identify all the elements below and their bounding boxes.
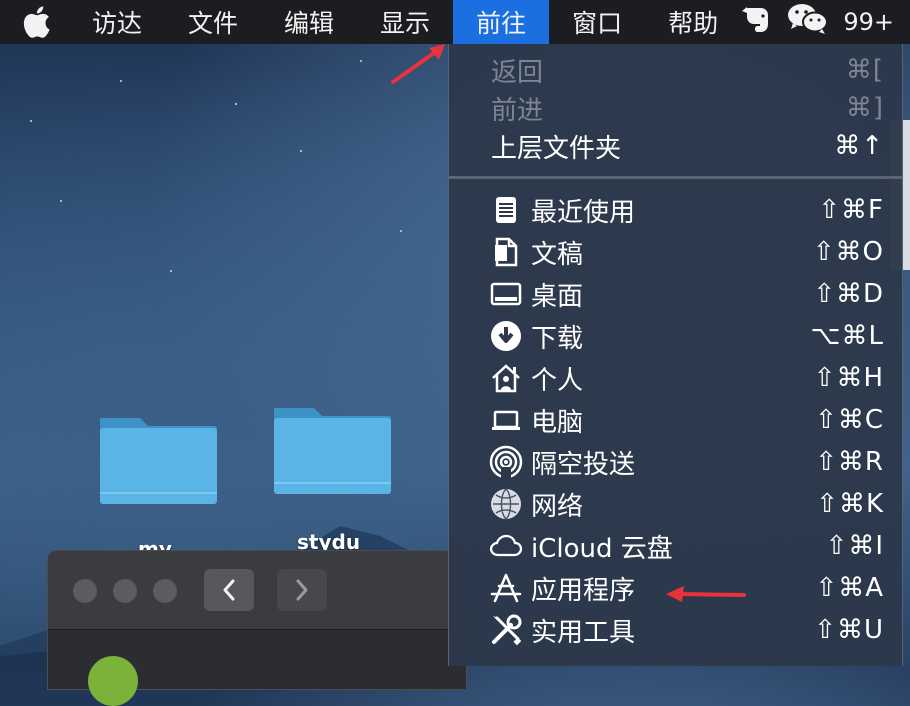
menu-item-computer[interactable]: 电脑 ⇧⌘C bbox=[449, 400, 902, 440]
menu-item-label: 个人 bbox=[531, 365, 584, 396]
chevron-right-icon bbox=[296, 579, 308, 601]
menu-go-label: 前往 bbox=[476, 9, 527, 38]
apple-icon[interactable] bbox=[22, 5, 52, 39]
menu-item-label: 隔空投送 bbox=[531, 449, 636, 480]
menu-item-network[interactable]: 网络 ⇧⌘K bbox=[449, 484, 902, 524]
menu-item-label: 网络 bbox=[531, 491, 584, 522]
computer-icon bbox=[489, 403, 523, 437]
finder-window bbox=[47, 550, 467, 706]
menu-item-shortcut: ⇧⌘O bbox=[812, 237, 884, 267]
menu-item-label: 下载 bbox=[531, 323, 584, 354]
airdrop-icon bbox=[489, 445, 523, 479]
menu-finder-label: 访达 bbox=[92, 9, 143, 38]
folder-icon[interactable] bbox=[98, 410, 218, 510]
forward-button[interactable] bbox=[277, 569, 327, 611]
menu-window[interactable]: 窗口 bbox=[549, 0, 645, 44]
menu-item-documents[interactable]: 文稿 ⇧⌘O bbox=[449, 232, 902, 272]
menu-item-desktop[interactable]: 桌面 ⇧⌘D bbox=[449, 274, 902, 314]
menu-item-enclosing-folder[interactable]: 上层文件夹 ⌘↑ bbox=[449, 126, 902, 166]
menu-item-airdrop[interactable]: 隔空投送 ⇧⌘R bbox=[449, 442, 902, 482]
annotation-arrow bbox=[666, 586, 746, 602]
menu-item-recents[interactable]: 最近使用 ⇧⌘F bbox=[449, 190, 902, 230]
menu-view-label: 显示 bbox=[380, 9, 431, 38]
finder-toolbar bbox=[48, 551, 466, 630]
icloud-icon bbox=[489, 529, 523, 563]
menu-go[interactable]: 前往 bbox=[453, 0, 550, 44]
menu-item-label: 桌面 bbox=[531, 281, 584, 312]
annotation-arrow bbox=[391, 44, 445, 84]
menu-item-shortcut: ⌘↑ bbox=[834, 131, 884, 161]
menu-item-label: 最近使用 bbox=[531, 197, 636, 228]
elephant-icon[interactable] bbox=[739, 2, 773, 42]
menu-item-label: 返回 bbox=[491, 57, 544, 88]
menu-help-label: 帮助 bbox=[668, 9, 719, 38]
zoom-button[interactable] bbox=[153, 579, 177, 603]
menu-item-shortcut: ⇧⌘C bbox=[815, 405, 884, 435]
menu-item-icloud[interactable]: iCloud 云盘 ⇧⌘I bbox=[449, 526, 902, 566]
utilities-icon bbox=[489, 613, 523, 647]
menu-finder[interactable]: 访达 bbox=[69, 0, 165, 44]
menu-window-label: 窗口 bbox=[572, 9, 623, 38]
menu-item-label: 前进 bbox=[491, 95, 544, 126]
menu-item-shortcut: ⇧⌘I bbox=[825, 531, 884, 561]
menu-file[interactable]: 文件 bbox=[165, 0, 261, 44]
menu-item-shortcut: ⇧⌘H bbox=[813, 363, 884, 393]
menu-item-label: 文稿 bbox=[531, 239, 584, 270]
wechat-icon[interactable] bbox=[787, 2, 829, 42]
avatar bbox=[88, 656, 138, 706]
menu-item-shortcut: ⇧⌘D bbox=[813, 279, 884, 309]
menu-item-shortcut: ⇧⌘F bbox=[818, 195, 884, 225]
menu-item-label: 实用工具 bbox=[531, 617, 636, 648]
menu-item-downloads[interactable]: 下载 ⌥⌘L bbox=[449, 316, 902, 356]
menu-item-shortcut: ⌘[ bbox=[845, 55, 884, 85]
go-menu-dropdown: 返回 ⌘[ 前进 ⌘] 上层文件夹 ⌘↑ 最近使用 ⇧⌘F 文稿 ⇧⌘O 桌面 … bbox=[448, 44, 903, 666]
download-icon bbox=[489, 319, 523, 353]
menu-item-label: 上层文件夹 bbox=[491, 133, 622, 164]
menu-item-home[interactable]: 个人 ⇧⌘H bbox=[449, 358, 902, 398]
folder-icon[interactable] bbox=[272, 400, 392, 500]
menu-item-utilities[interactable]: 实用工具 ⇧⌘U bbox=[449, 610, 902, 650]
notification-count[interactable]: 99+ bbox=[843, 8, 894, 36]
document-icon bbox=[489, 235, 523, 269]
minimize-button[interactable] bbox=[113, 579, 137, 603]
menu-item-shortcut: ⇧⌘K bbox=[816, 489, 884, 519]
menu-item-shortcut: ⇧⌘A bbox=[815, 573, 884, 603]
menu-item-label: 应用程序 bbox=[531, 575, 636, 606]
desktop-icon bbox=[489, 277, 523, 311]
menu-help[interactable]: 帮助 bbox=[645, 0, 741, 44]
menu-item-shortcut: ⇧⌘R bbox=[815, 447, 884, 477]
menu-file-label: 文件 bbox=[188, 9, 239, 38]
recents-icon bbox=[489, 193, 523, 227]
menu-bar: 访达 文件 编辑 显示 前往 窗口 帮助 99+ bbox=[0, 0, 910, 44]
menu-item-label: 电脑 bbox=[531, 407, 584, 438]
applications-icon bbox=[489, 571, 523, 605]
close-button[interactable] bbox=[73, 579, 97, 603]
menu-item-shortcut: ⇧⌘U bbox=[814, 615, 884, 645]
menu-item-back[interactable]: 返回 ⌘[ bbox=[449, 50, 902, 90]
menu-separator bbox=[449, 176, 902, 179]
menu-item-shortcut: ⌘] bbox=[845, 93, 884, 123]
network-icon bbox=[489, 487, 523, 521]
back-button[interactable] bbox=[204, 569, 254, 611]
chevron-left-icon bbox=[223, 579, 235, 601]
menu-item-shortcut: ⌥⌘L bbox=[810, 321, 884, 351]
menu-item-forward[interactable]: 前进 ⌘] bbox=[449, 88, 902, 128]
menu-item-label: iCloud 云盘 bbox=[531, 533, 673, 564]
home-icon bbox=[489, 361, 523, 395]
menu-edit[interactable]: 编辑 bbox=[261, 0, 357, 44]
menu-edit-label: 编辑 bbox=[284, 9, 335, 38]
